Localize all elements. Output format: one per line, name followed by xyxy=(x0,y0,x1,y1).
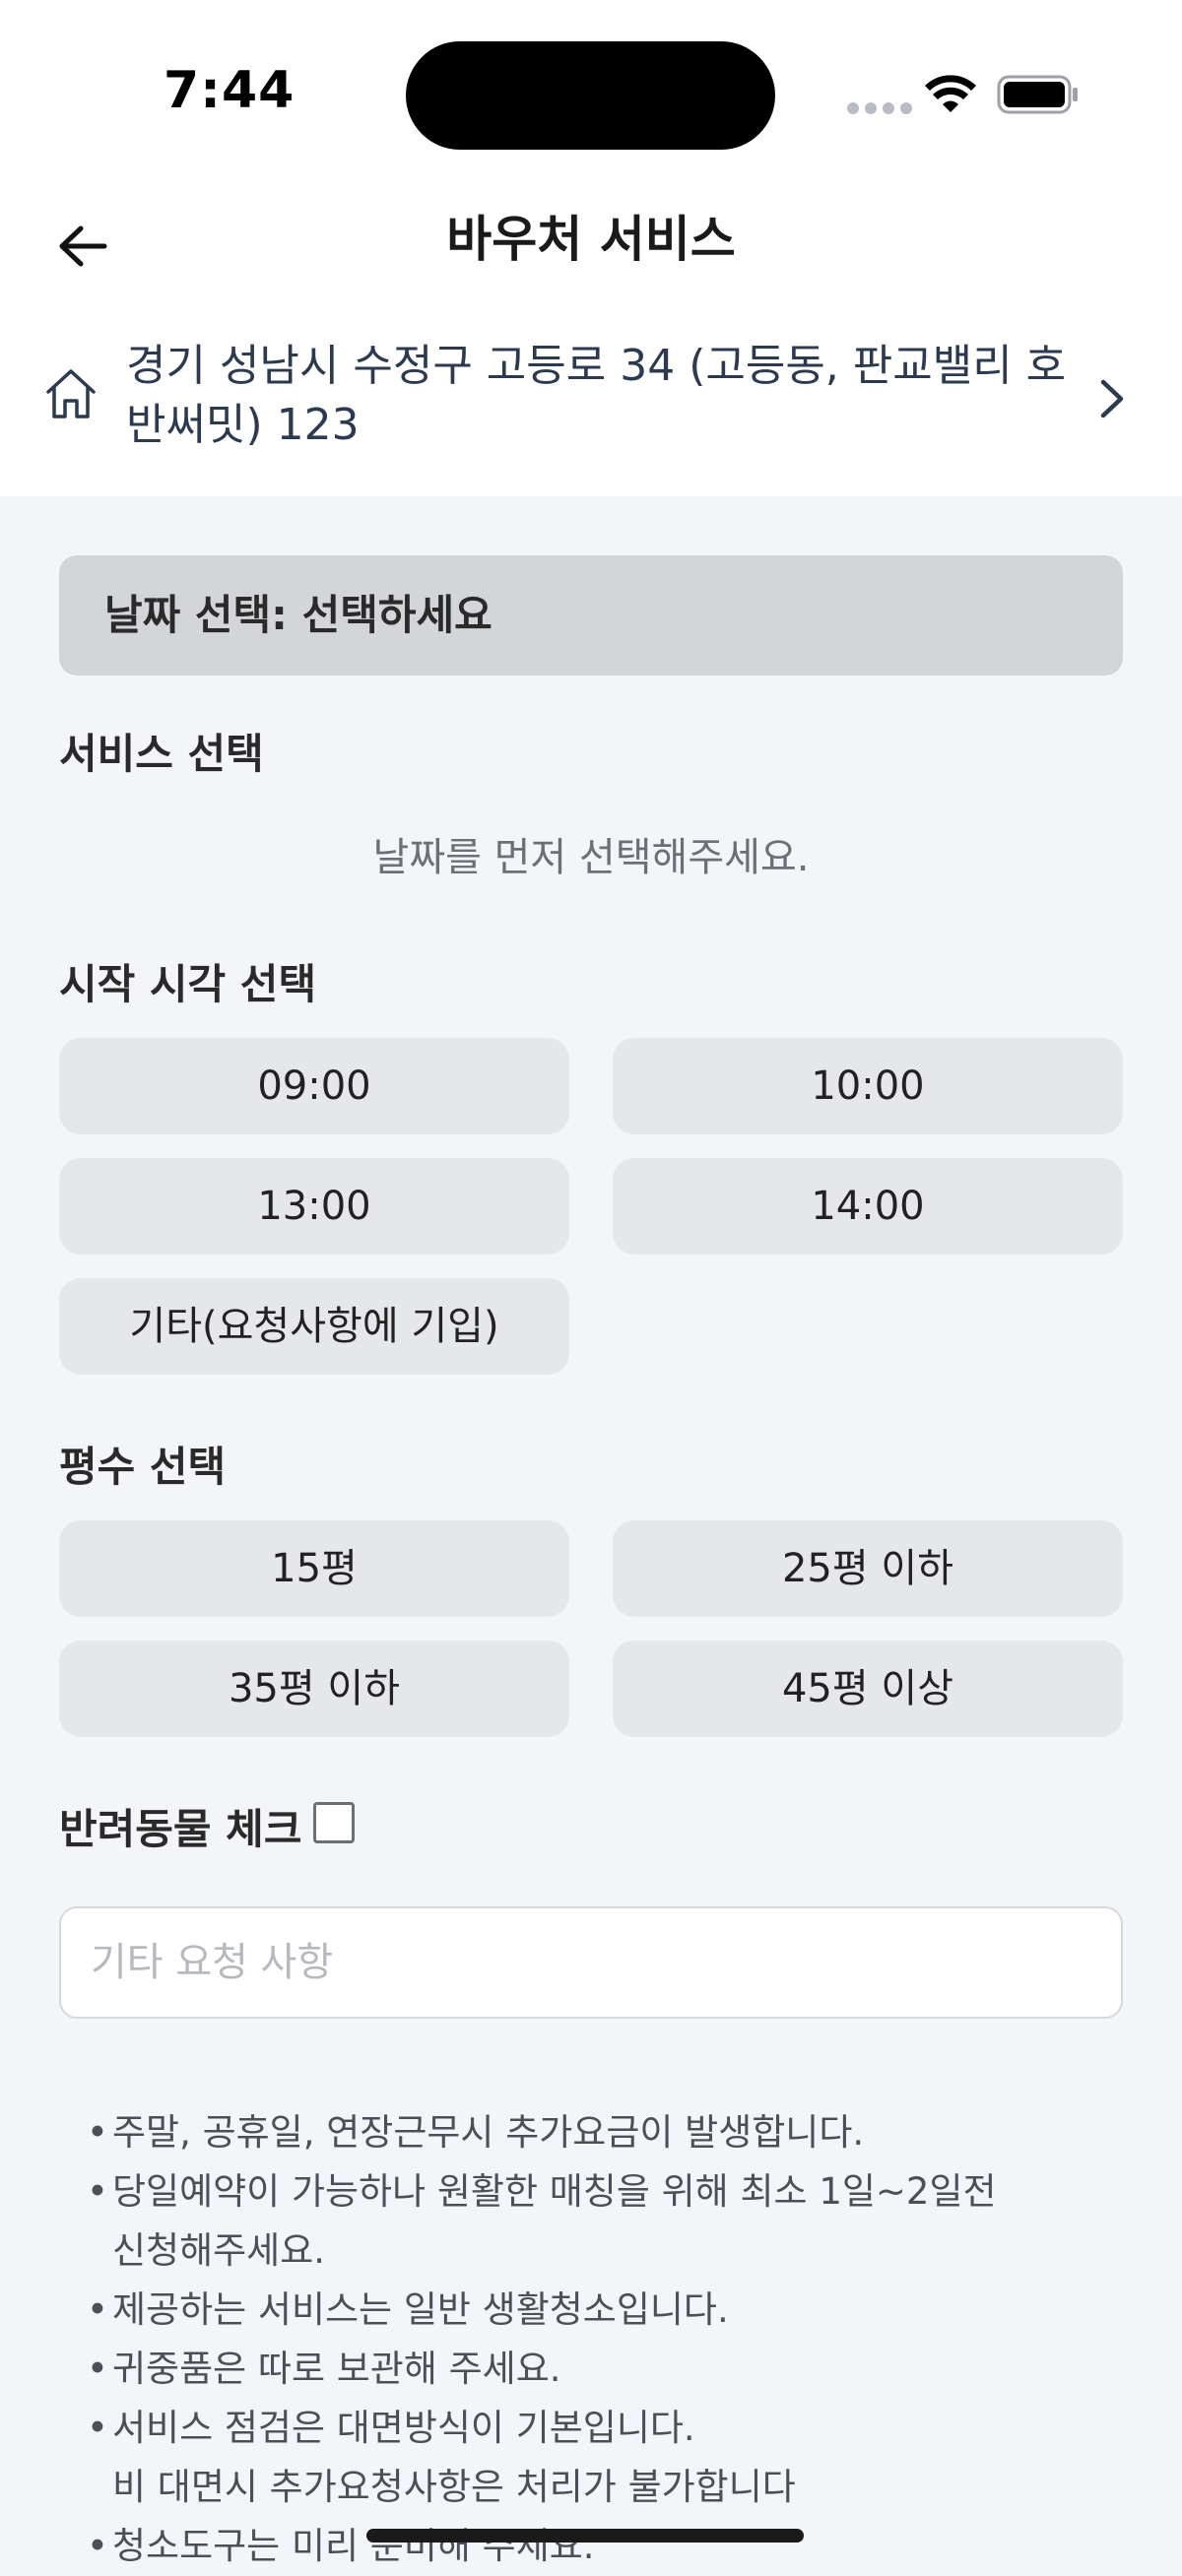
request-input[interactable] xyxy=(59,1906,1123,2019)
notice-item-continued: 신청해주세요. xyxy=(112,2229,326,2272)
notice-item: • 귀중품은 따로 보관해 주세요. xyxy=(87,2348,561,2390)
start-time-section-title: 시작 시각 선택 xyxy=(59,960,317,1008)
area-option-45[interactable]: 45평 이상 xyxy=(613,1641,1123,1737)
time-option-0900[interactable]: 09:00 xyxy=(59,1038,569,1134)
address-selector[interactable]: 경기 성남시 수정구 고등로 34 (고등동, 판교밸리 호 반써밋) 123 xyxy=(0,305,1182,496)
pet-check-label: 반려동물 체크 xyxy=(59,1805,302,1853)
time-option-1300[interactable]: 13:00 xyxy=(59,1158,569,1255)
dynamic-island xyxy=(406,41,775,150)
area-option-15[interactable]: 15평 xyxy=(59,1520,569,1617)
notice-item: • 제공하는 서비스는 일반 생활청소입니다. xyxy=(87,2288,729,2331)
address-line-1: 경기 성남시 수정구 고등로 34 (고등동, 판교밸리 호 xyxy=(126,341,1067,391)
notice-list: • 주말, 공휴일, 연장근무시 추가요금이 발생합니다. • 당일예약이 가능하나… xyxy=(87,2103,1111,2576)
cellular-signal-icon xyxy=(847,102,912,114)
time-option-1000[interactable]: 10:00 xyxy=(613,1038,1123,1134)
date-select-button[interactable]: 날짜 선택: 선택하세요 xyxy=(59,555,1123,676)
pet-checkbox[interactable] xyxy=(313,1802,355,1843)
time-option-other[interactable]: 기타(요청사항에 기입) xyxy=(59,1278,569,1375)
area-section-title: 평수 선택 xyxy=(59,1443,227,1491)
arrow-left-icon xyxy=(59,225,107,267)
address-line-2: 반써밋) 123 xyxy=(126,400,360,450)
area-option-25[interactable]: 25평 이하 xyxy=(613,1520,1123,1617)
home-indicator xyxy=(366,2529,804,2543)
notice-item: • 주말, 공휴일, 연장근무시 추가요금이 발생합니다. xyxy=(87,2111,865,2154)
nav-bar: 바우처 서비스 xyxy=(0,187,1182,305)
service-section-title: 서비스 선택 xyxy=(59,730,264,778)
address-text: 경기 성남시 수정구 고등로 34 (고등동, 판교밸리 호 반써밋) 123 xyxy=(126,337,1091,455)
chevron-right-icon xyxy=(1100,379,1124,419)
battery-icon xyxy=(997,75,1078,114)
notice-item: • 서비스 점검은 대면방식이 기본입니다. xyxy=(87,2407,695,2449)
service-empty-message: 날짜를 먼저 선택해주세요. xyxy=(372,835,810,880)
wifi-icon xyxy=(925,75,976,112)
back-button[interactable] xyxy=(43,207,122,286)
area-option-35[interactable]: 35평 이하 xyxy=(59,1641,569,1737)
home-icon xyxy=(46,369,96,419)
status-bar: 7:44 xyxy=(0,0,1182,187)
page-title: 바우처 서비스 xyxy=(446,211,736,268)
notice-item-continued: 비 대면시 추가요청사항은 처리가 불가합니다 xyxy=(112,2466,796,2508)
date-select-label: 날짜 선택: 선택하세요 xyxy=(104,591,492,639)
status-time: 7:44 xyxy=(164,61,296,120)
notice-item: • 당일예약이 가능하나 원활한 매칭을 위해 최소 1일~2일전 xyxy=(87,2170,997,2213)
time-option-1400[interactable]: 14:00 xyxy=(613,1158,1123,1255)
notice-item: • 청소도구는 미리 준비해 주세요. xyxy=(87,2525,595,2567)
